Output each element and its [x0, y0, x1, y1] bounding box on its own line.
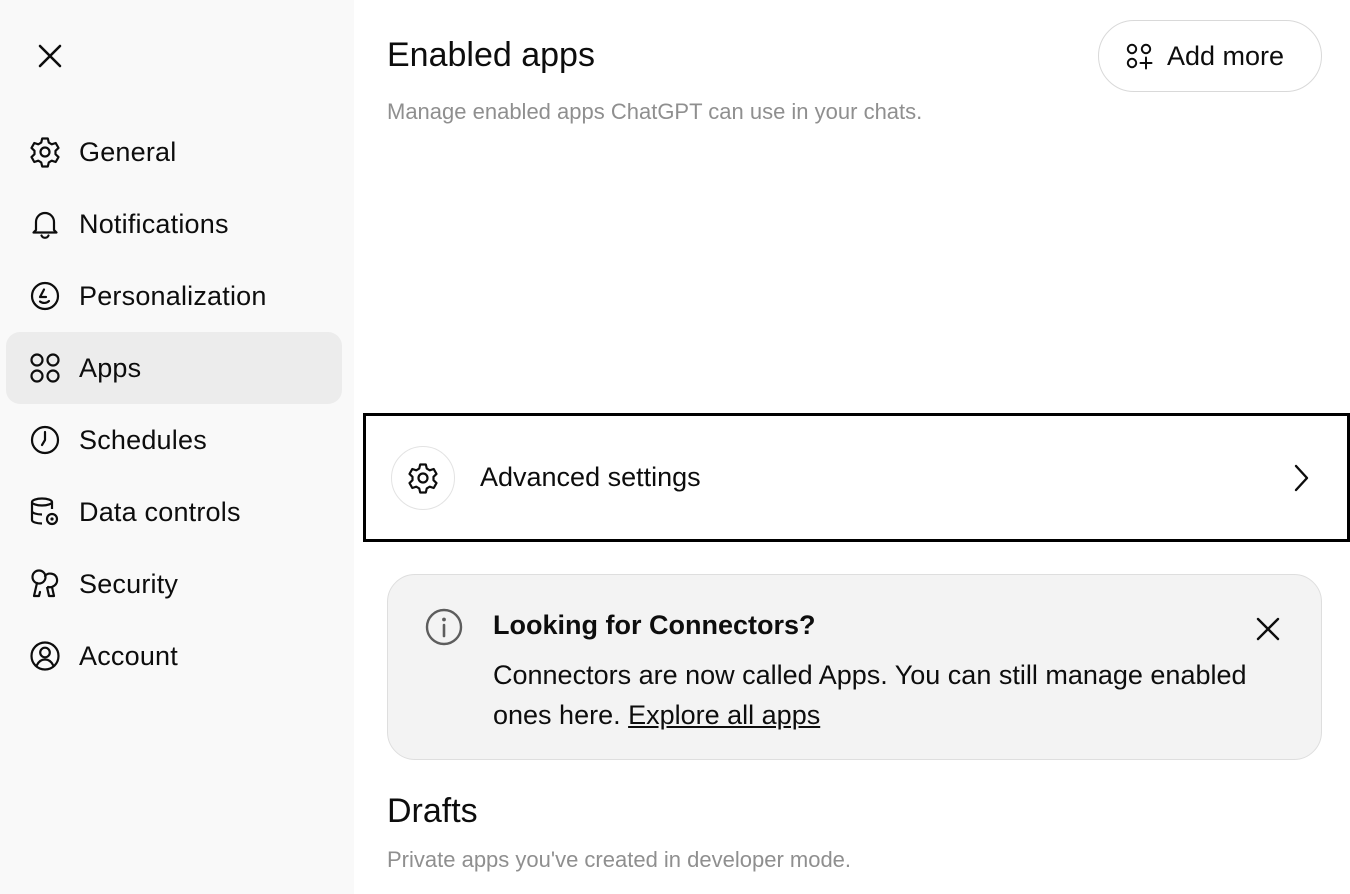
sidebar-item-label: Account	[79, 640, 178, 671]
advanced-settings-row[interactable]: Advanced settings	[363, 413, 1350, 542]
database-gear-icon	[28, 494, 64, 530]
bell-icon	[28, 206, 64, 242]
sidebar-item-label: Personalization	[79, 280, 267, 311]
key-shield-icon	[28, 566, 64, 602]
settings-dialog: General Notifications Personalization Ap…	[0, 0, 1350, 894]
personalization-icon	[28, 278, 64, 314]
chevron-right-icon	[1291, 463, 1311, 493]
sidebar-item-account[interactable]: Account	[6, 620, 342, 692]
sidebar-item-security[interactable]: Security	[6, 548, 342, 620]
settings-sidebar: General Notifications Personalization Ap…	[0, 0, 354, 894]
advanced-settings-icon-container	[391, 445, 455, 510]
user-circle-icon	[28, 638, 64, 674]
clock-icon	[28, 422, 64, 458]
explore-all-apps-link[interactable]: Explore all apps	[628, 700, 820, 730]
apps-settings-panel: Enabled apps Manage enabled apps ChatGPT…	[354, 0, 1350, 894]
sidebar-item-personalization[interactable]: Personalization	[6, 260, 342, 332]
add-apps-icon	[1126, 43, 1153, 70]
settings-nav: General Notifications Personalization Ap…	[6, 116, 342, 692]
info-banner-title: Looking for Connectors?	[493, 610, 816, 640]
drafts-section-title: Drafts	[387, 792, 478, 830]
page-subtitle: Manage enabled apps ChatGPT can use in y…	[387, 99, 923, 124]
sidebar-item-notifications[interactable]: Notifications	[6, 188, 342, 260]
gear-icon	[28, 134, 64, 170]
close-icon	[1256, 617, 1280, 641]
info-banner-body: Connectors are now called Apps. You can …	[493, 655, 1253, 735]
advanced-settings-label: Advanced settings	[480, 462, 701, 492]
dismiss-banner-button[interactable]	[1248, 609, 1288, 649]
connectors-info-banner: Looking for Connectors? Connectors are n…	[387, 574, 1322, 760]
drafts-section-subtitle: Private apps you've created in developer…	[387, 847, 852, 872]
sidebar-item-data-controls[interactable]: Data controls	[6, 476, 342, 548]
sidebar-item-label: Data controls	[79, 496, 241, 527]
apps-grid-icon	[28, 350, 64, 386]
sidebar-item-label: Schedules	[79, 424, 207, 455]
sidebar-item-general[interactable]: General	[6, 116, 342, 188]
sidebar-item-schedules[interactable]: Schedules	[6, 404, 342, 476]
close-button[interactable]	[26, 32, 74, 80]
page-title: Enabled apps	[387, 36, 595, 74]
add-more-label: Add more	[1167, 40, 1285, 71]
sidebar-item-apps[interactable]: Apps	[6, 332, 342, 404]
sidebar-item-label: Security	[79, 568, 179, 599]
sidebar-item-label: General	[79, 136, 177, 167]
info-icon	[424, 607, 464, 647]
add-more-button[interactable]: Add more	[1098, 20, 1322, 92]
sidebar-item-label: Apps	[79, 352, 142, 383]
info-banner-text: Connectors are now called Apps. You can …	[493, 660, 1247, 730]
sidebar-item-label: Notifications	[79, 208, 229, 239]
close-icon	[38, 44, 62, 68]
gear-icon	[408, 462, 438, 494]
